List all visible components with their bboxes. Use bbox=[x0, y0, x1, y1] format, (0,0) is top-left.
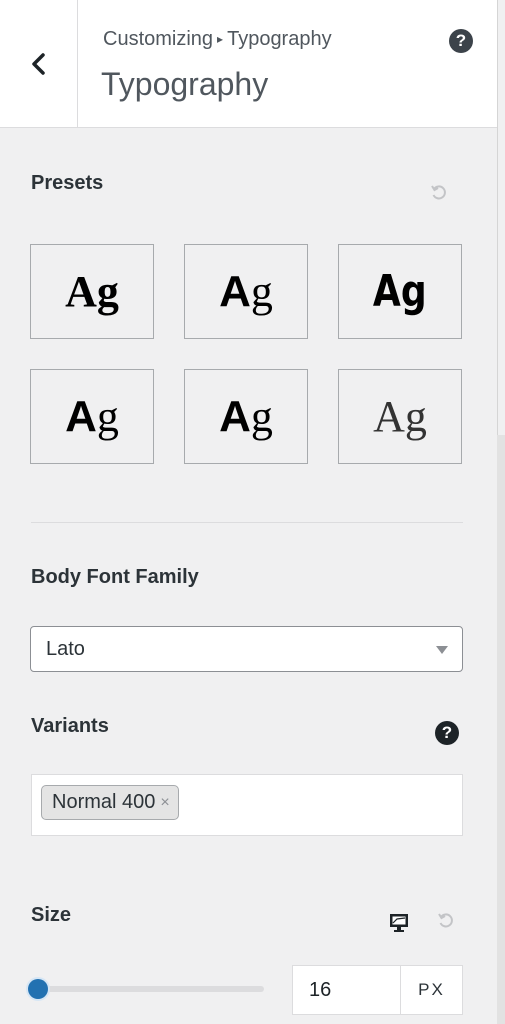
preset-5[interactable]: Ag bbox=[184, 369, 308, 464]
variants-help-icon[interactable]: ? bbox=[435, 721, 459, 745]
preset-sample: Ag bbox=[373, 392, 427, 441]
variant-tag: Normal 400 × bbox=[41, 785, 179, 820]
preset-6[interactable]: Ag bbox=[338, 369, 462, 464]
remove-tag-icon[interactable]: × bbox=[160, 794, 169, 812]
preset-sample-g: g bbox=[250, 267, 273, 316]
preset-sample-a: A bbox=[65, 391, 97, 441]
presets-reset-icon[interactable] bbox=[428, 182, 450, 204]
size-label: Size bbox=[31, 904, 72, 926]
chevron-down-icon bbox=[436, 646, 448, 654]
size-slider-track[interactable] bbox=[36, 986, 264, 992]
variants-multiselect[interactable]: Normal 400 × bbox=[31, 774, 463, 836]
size-value-input[interactable]: 16 bbox=[292, 965, 401, 1015]
page-title: Typography bbox=[101, 66, 269, 102]
chevron-left-icon bbox=[31, 53, 45, 75]
breadcrumb-current: Typography bbox=[227, 28, 332, 50]
breadcrumb-separator: ▸ bbox=[217, 32, 224, 46]
help-icon[interactable]: ? bbox=[449, 29, 473, 53]
variant-tag-label: Normal 400 bbox=[52, 791, 156, 813]
preset-1[interactable]: Ag bbox=[30, 244, 154, 339]
size-slider-thumb[interactable] bbox=[28, 979, 48, 999]
preset-4[interactable]: Ag bbox=[30, 369, 154, 464]
preset-sample-a: A bbox=[219, 391, 251, 441]
body-font-family-select[interactable]: Lato bbox=[30, 626, 463, 672]
breadcrumb-parent: Customizing bbox=[103, 28, 214, 50]
breadcrumb: Customizing ▸ Typography bbox=[103, 28, 332, 51]
body-font-family-label: Body Font Family bbox=[31, 566, 199, 588]
presets-label: Presets bbox=[31, 172, 104, 194]
preset-sample-g: g bbox=[250, 392, 273, 441]
preset-3[interactable]: Ag bbox=[338, 244, 462, 339]
scrollbar-thumb[interactable] bbox=[497, 0, 505, 435]
variants-label: Variants bbox=[31, 715, 109, 737]
preset-2[interactable]: Ag bbox=[184, 244, 308, 339]
panel-header: Customizing ▸ Typography Typography ? bbox=[0, 0, 497, 128]
preset-sample: Ag bbox=[65, 267, 119, 316]
size-unit-button[interactable]: PX bbox=[400, 965, 463, 1015]
desktop-icon[interactable] bbox=[388, 912, 410, 934]
preset-sample: Ag bbox=[373, 266, 427, 317]
preset-sample-a: A bbox=[219, 266, 251, 316]
size-reset-icon[interactable] bbox=[435, 910, 457, 932]
back-button[interactable] bbox=[0, 0, 78, 128]
section-divider bbox=[31, 522, 463, 523]
preset-sample-g: g bbox=[96, 392, 119, 441]
select-value: Lato bbox=[46, 637, 85, 660]
